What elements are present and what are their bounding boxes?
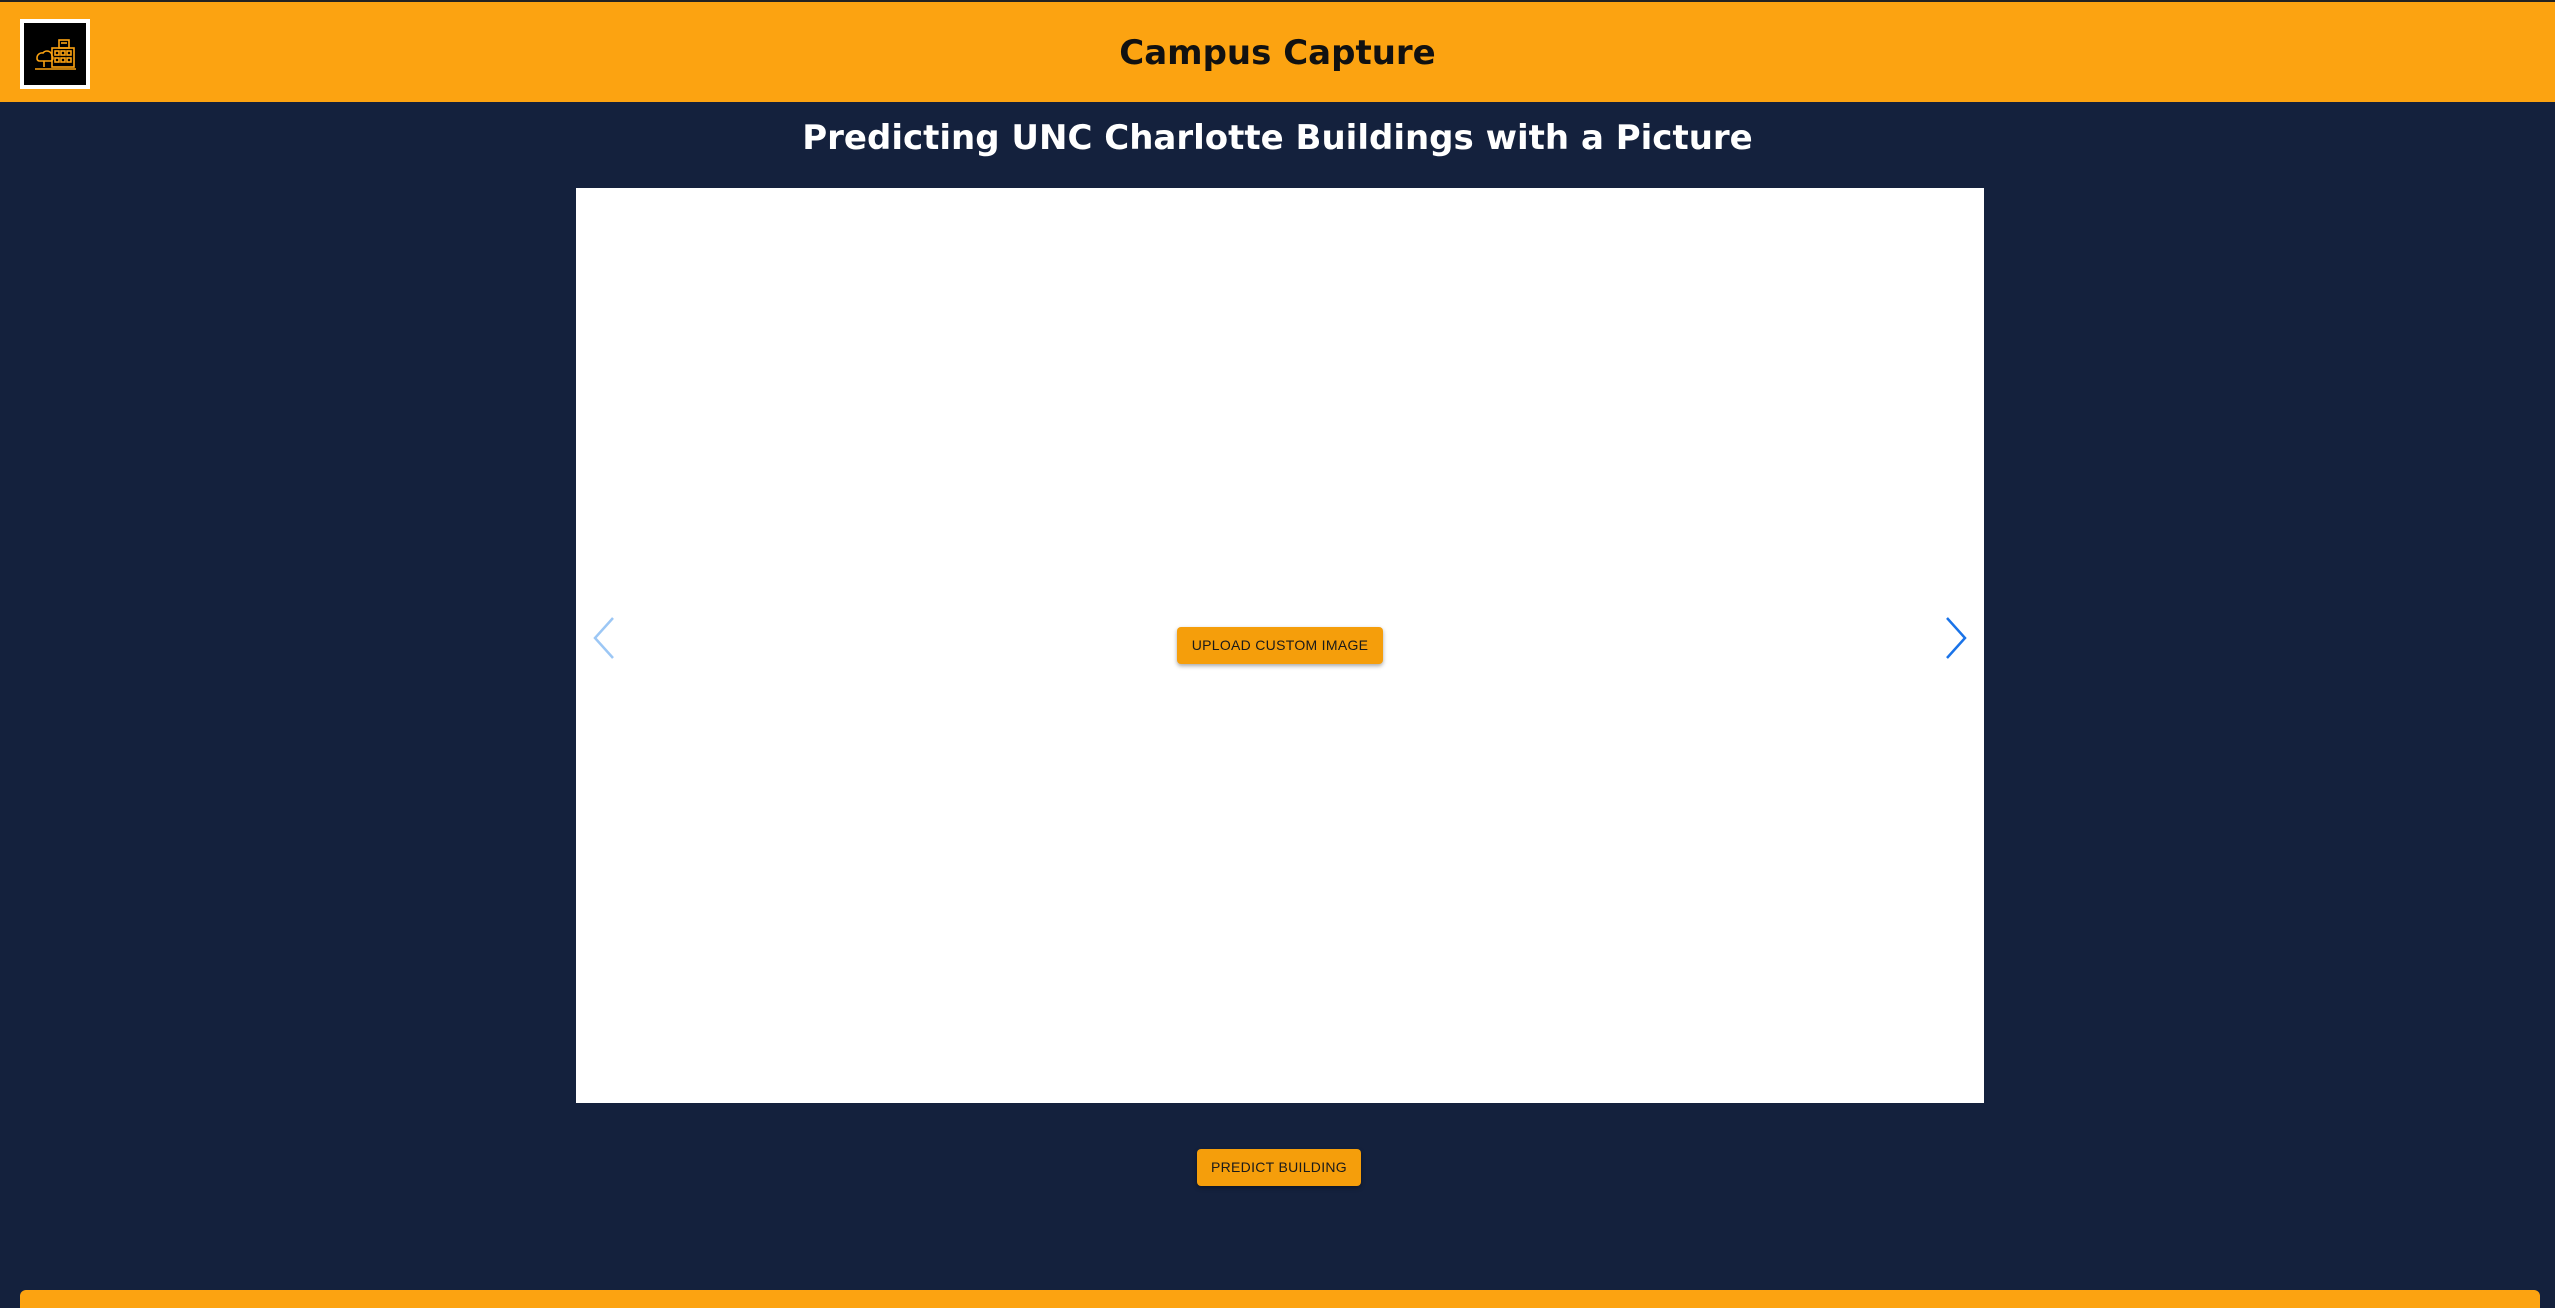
upload-custom-image-button[interactable]: UPLOAD CUSTOM IMAGE	[1177, 627, 1383, 664]
bottom-footer-bar	[20, 1290, 2540, 1308]
carousel-prev-button[interactable]	[584, 608, 624, 668]
chevron-right-icon	[1946, 617, 1967, 659]
chevron-left-icon	[593, 617, 614, 659]
predict-building-button[interactable]: PREDICT BUILDING	[1197, 1149, 1361, 1186]
image-carousel: UPLOAD CUSTOM IMAGE	[576, 188, 1984, 1103]
top-header: Campus Capture	[0, 0, 2555, 102]
carousel-next-button[interactable]	[1936, 608, 1976, 668]
app-title: Campus Capture	[1119, 33, 1436, 73]
page-heading: Predicting UNC Charlotte Buildings with …	[802, 118, 1753, 158]
